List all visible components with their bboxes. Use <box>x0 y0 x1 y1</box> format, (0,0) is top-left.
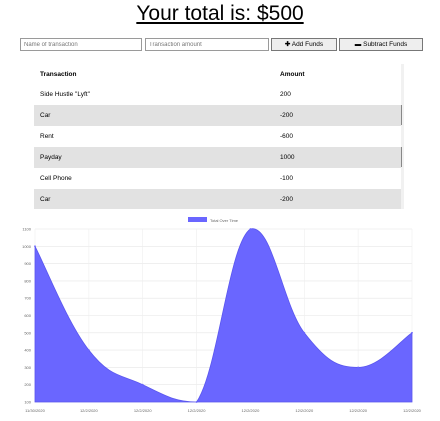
y-tick-label: 500 <box>24 330 31 335</box>
x-tick-label: 12/2/2020 <box>403 408 422 413</box>
data-point <box>357 366 360 369</box>
legend-label: Total Over Time <box>210 218 239 223</box>
y-tick-label: 100 <box>24 400 31 405</box>
x-tick-label: 11/30/2020 <box>25 408 45 413</box>
total-over-time-chart: Total Over Time 1100 1000 900 800 700 600 500 4… <box>22 217 422 413</box>
minus-icon: ▬ <box>354 41 362 48</box>
y-tick-label: 900 <box>24 261 31 266</box>
transaction-form: ✚ Add Funds ▬ Subtract Funds <box>0 38 440 54</box>
transaction-name-input[interactable] <box>20 38 142 51</box>
data-point <box>411 331 413 334</box>
subtract-funds-label: Subtract Funds <box>363 41 408 48</box>
y-tick-label: 1100 <box>22 227 31 232</box>
x-axis-ticks: 11/30/2020 12/2/2020 12/2/2020 12/2/2020 12/… <box>25 408 422 413</box>
table-scrollbar[interactable] <box>401 64 404 209</box>
row-name: Cell Phone <box>40 175 72 182</box>
legend-swatch <box>188 217 207 222</box>
y-tick-label: 800 <box>24 278 31 283</box>
scroll-thumb[interactable] <box>401 147 402 167</box>
table-row: Side Hustle "Lyft" 200 <box>34 84 404 105</box>
plus-icon: ✚ <box>284 41 291 48</box>
row-name: Rent <box>40 133 54 140</box>
scroll-thumb[interactable] <box>401 105 402 125</box>
add-funds-label: Add Funds <box>291 41 324 48</box>
y-axis-ticks: 1100 1000 900 800 700 600 500 400 300 200 100 <box>22 227 32 405</box>
y-tick-label: 200 <box>24 382 31 387</box>
data-point <box>141 383 144 386</box>
x-tick-label: 12/2/2020 <box>80 408 99 413</box>
x-tick-label: 12/2/2020 <box>134 408 153 413</box>
legend: Total Over Time <box>188 217 239 223</box>
row-name: Payday <box>34 147 274 168</box>
table-row: Payday 1000 <box>34 147 404 168</box>
table-row: Car -200 <box>34 189 404 209</box>
table-row: Car -200 <box>34 105 404 126</box>
table-header-row: Transaction Amount <box>34 64 404 84</box>
add-funds-button[interactable]: ✚ Add Funds <box>271 38 337 51</box>
total-title: Your total is: $500 <box>136 2 304 25</box>
data-point <box>34 245 36 248</box>
transactions-table: Transaction Amount Side Hustle "Lyft" 20… <box>34 64 404 209</box>
transaction-amount-input[interactable] <box>145 38 269 51</box>
row-amount: -100 <box>280 175 294 182</box>
subtract-funds-button[interactable]: ▬ Subtract Funds <box>339 38 423 51</box>
row-amount: 1000 <box>274 147 404 168</box>
y-tick-label: 300 <box>24 365 31 370</box>
header-transaction: Transaction <box>40 70 77 78</box>
row-name: Car <box>34 105 274 126</box>
y-tick-label: 600 <box>24 313 31 318</box>
row-amount: -200 <box>274 189 404 209</box>
header-amount: Amount <box>280 70 305 78</box>
x-tick-label: 12/2/2020 <box>295 408 314 413</box>
data-point <box>303 331 306 334</box>
data-point <box>249 228 252 230</box>
data-point <box>195 401 198 403</box>
y-tick-label: 700 <box>24 296 31 301</box>
table-row: Rent -600 <box>34 126 404 147</box>
x-tick-label: 12/2/2020 <box>188 408 207 413</box>
row-name: Side Hustle "Lyft" <box>40 91 90 98</box>
y-tick-label: 1000 <box>22 244 32 249</box>
x-tick-label: 12/2/2020 <box>242 408 261 413</box>
x-tick-label: 12/2/2020 <box>349 408 368 413</box>
y-tick-label: 400 <box>24 348 31 353</box>
data-point <box>87 349 90 351</box>
row-amount: -600 <box>280 133 294 140</box>
row-name: Car <box>34 189 274 209</box>
row-amount: -200 <box>274 105 404 126</box>
row-amount: 200 <box>280 91 291 98</box>
table-row: Cell Phone -100 <box>34 168 404 189</box>
